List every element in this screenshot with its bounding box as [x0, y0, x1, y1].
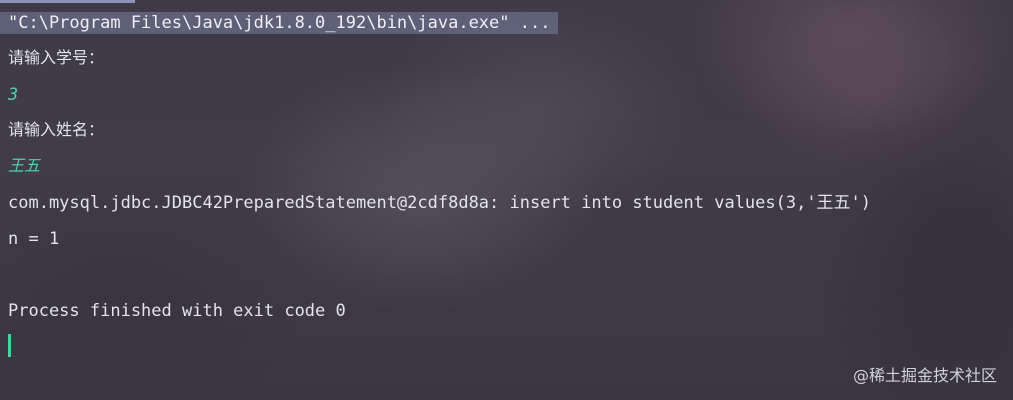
prompt-student-name: 请输入姓名：	[8, 120, 105, 139]
watermark: @稀土掘金技术社区	[852, 366, 997, 385]
input-student-id: 3	[8, 85, 19, 105]
prepared-statement-output: com.mysql.jdbc.JDBC42PreparedStatement@2…	[8, 193, 872, 213]
rows-affected-output: n = 1	[8, 229, 60, 249]
text-cursor[interactable]	[8, 334, 11, 357]
command-line: "C:\Program Files\Java\jdk1.8.0_192\bin\…	[0, 12, 559, 34]
prompt-student-id: 请输入学号：	[8, 48, 105, 67]
input-student-name: 王五	[8, 156, 41, 175]
process-exit-message: Process finished with exit code 0	[8, 301, 346, 321]
run-console-output[interactable]: "C:\Program Files\Java\jdk1.8.0_192\bin\…	[0, 0, 1013, 400]
